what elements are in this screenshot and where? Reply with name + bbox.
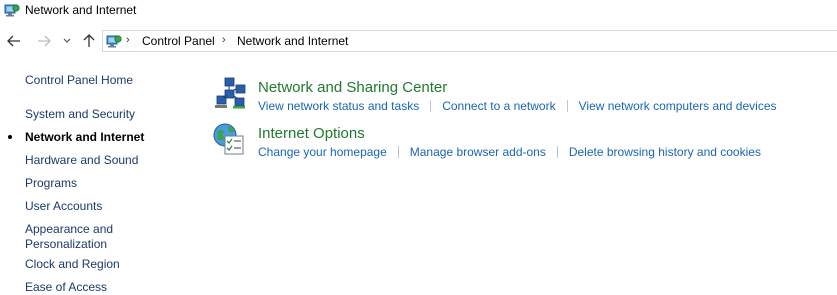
link-divider [566, 100, 568, 112]
sidebar-item-appearance-and-personalization[interactable]: Appearance and Personalization [25, 222, 130, 252]
sidebar-item-programs[interactable]: Programs [25, 176, 185, 191]
network-sharing-tasks: View network status and tasks Connect to… [258, 99, 777, 113]
delete-browsing-history-link[interactable]: Delete browsing history and cookies [569, 145, 761, 159]
network-sharing-icon[interactable] [213, 76, 247, 110]
sidebar-item-system-and-security[interactable]: System and Security [25, 107, 185, 122]
network-internet-icon [106, 33, 122, 49]
breadcrumb-chevron-right-icon[interactable]: › [222, 34, 226, 46]
view-network-status-link[interactable]: View network status and tasks [258, 99, 419, 113]
sidebar-item-ease-of-access[interactable]: Ease of Access [25, 280, 185, 295]
title-bar: Network and Internet [0, 0, 837, 22]
change-homepage-link[interactable]: Change your homepage [258, 145, 387, 159]
category-network-and-sharing-center: Network and Sharing Center View network … [213, 76, 833, 116]
link-divider [556, 146, 558, 158]
view-network-computers-link[interactable]: View network computers and devices [579, 99, 777, 113]
address-bar[interactable]: › Control Panel › Network and Internet [102, 30, 837, 52]
navigation-bar: › Control Panel › Network and Internet [0, 30, 837, 52]
sidebar-item-control-panel-home[interactable]: Control Panel Home [25, 73, 185, 88]
network-internet-icon [4, 2, 20, 18]
sidebar-item-clock-and-region[interactable]: Clock and Region [25, 257, 185, 272]
up-arrow-icon[interactable] [81, 32, 97, 50]
link-divider [397, 146, 399, 158]
current-item-bullet-icon [8, 135, 12, 139]
manage-browser-addons-link[interactable]: Manage browser add-ons [410, 145, 546, 159]
breadcrumb-chevron-right-icon[interactable]: › [126, 34, 130, 46]
breadcrumb-network-and-internet[interactable]: Network and Internet [237, 34, 348, 48]
forward-arrow-icon[interactable] [36, 32, 52, 50]
window-title: Network and Internet [25, 3, 137, 17]
recent-locations-chevron-down-icon[interactable] [62, 32, 72, 50]
sidebar-item-user-accounts[interactable]: User Accounts [25, 199, 185, 214]
internet-options-tasks: Change your homepage Manage browser add-… [258, 145, 761, 159]
breadcrumb-control-panel[interactable]: Control Panel [142, 34, 215, 48]
back-arrow-icon[interactable] [6, 32, 22, 50]
network-and-sharing-center-link[interactable]: Network and Sharing Center [258, 79, 447, 96]
sidebar-item-hardware-and-sound[interactable]: Hardware and Sound [25, 153, 185, 168]
internet-options-link[interactable]: Internet Options [258, 125, 365, 142]
category-internet-options: Internet Options Change your homepage Ma… [213, 122, 833, 162]
link-divider [430, 100, 432, 112]
internet-options-icon[interactable] [213, 122, 247, 156]
sidebar-item-network-and-internet[interactable]: Network and Internet [25, 130, 185, 145]
connect-to-network-link[interactable]: Connect to a network [442, 99, 555, 113]
